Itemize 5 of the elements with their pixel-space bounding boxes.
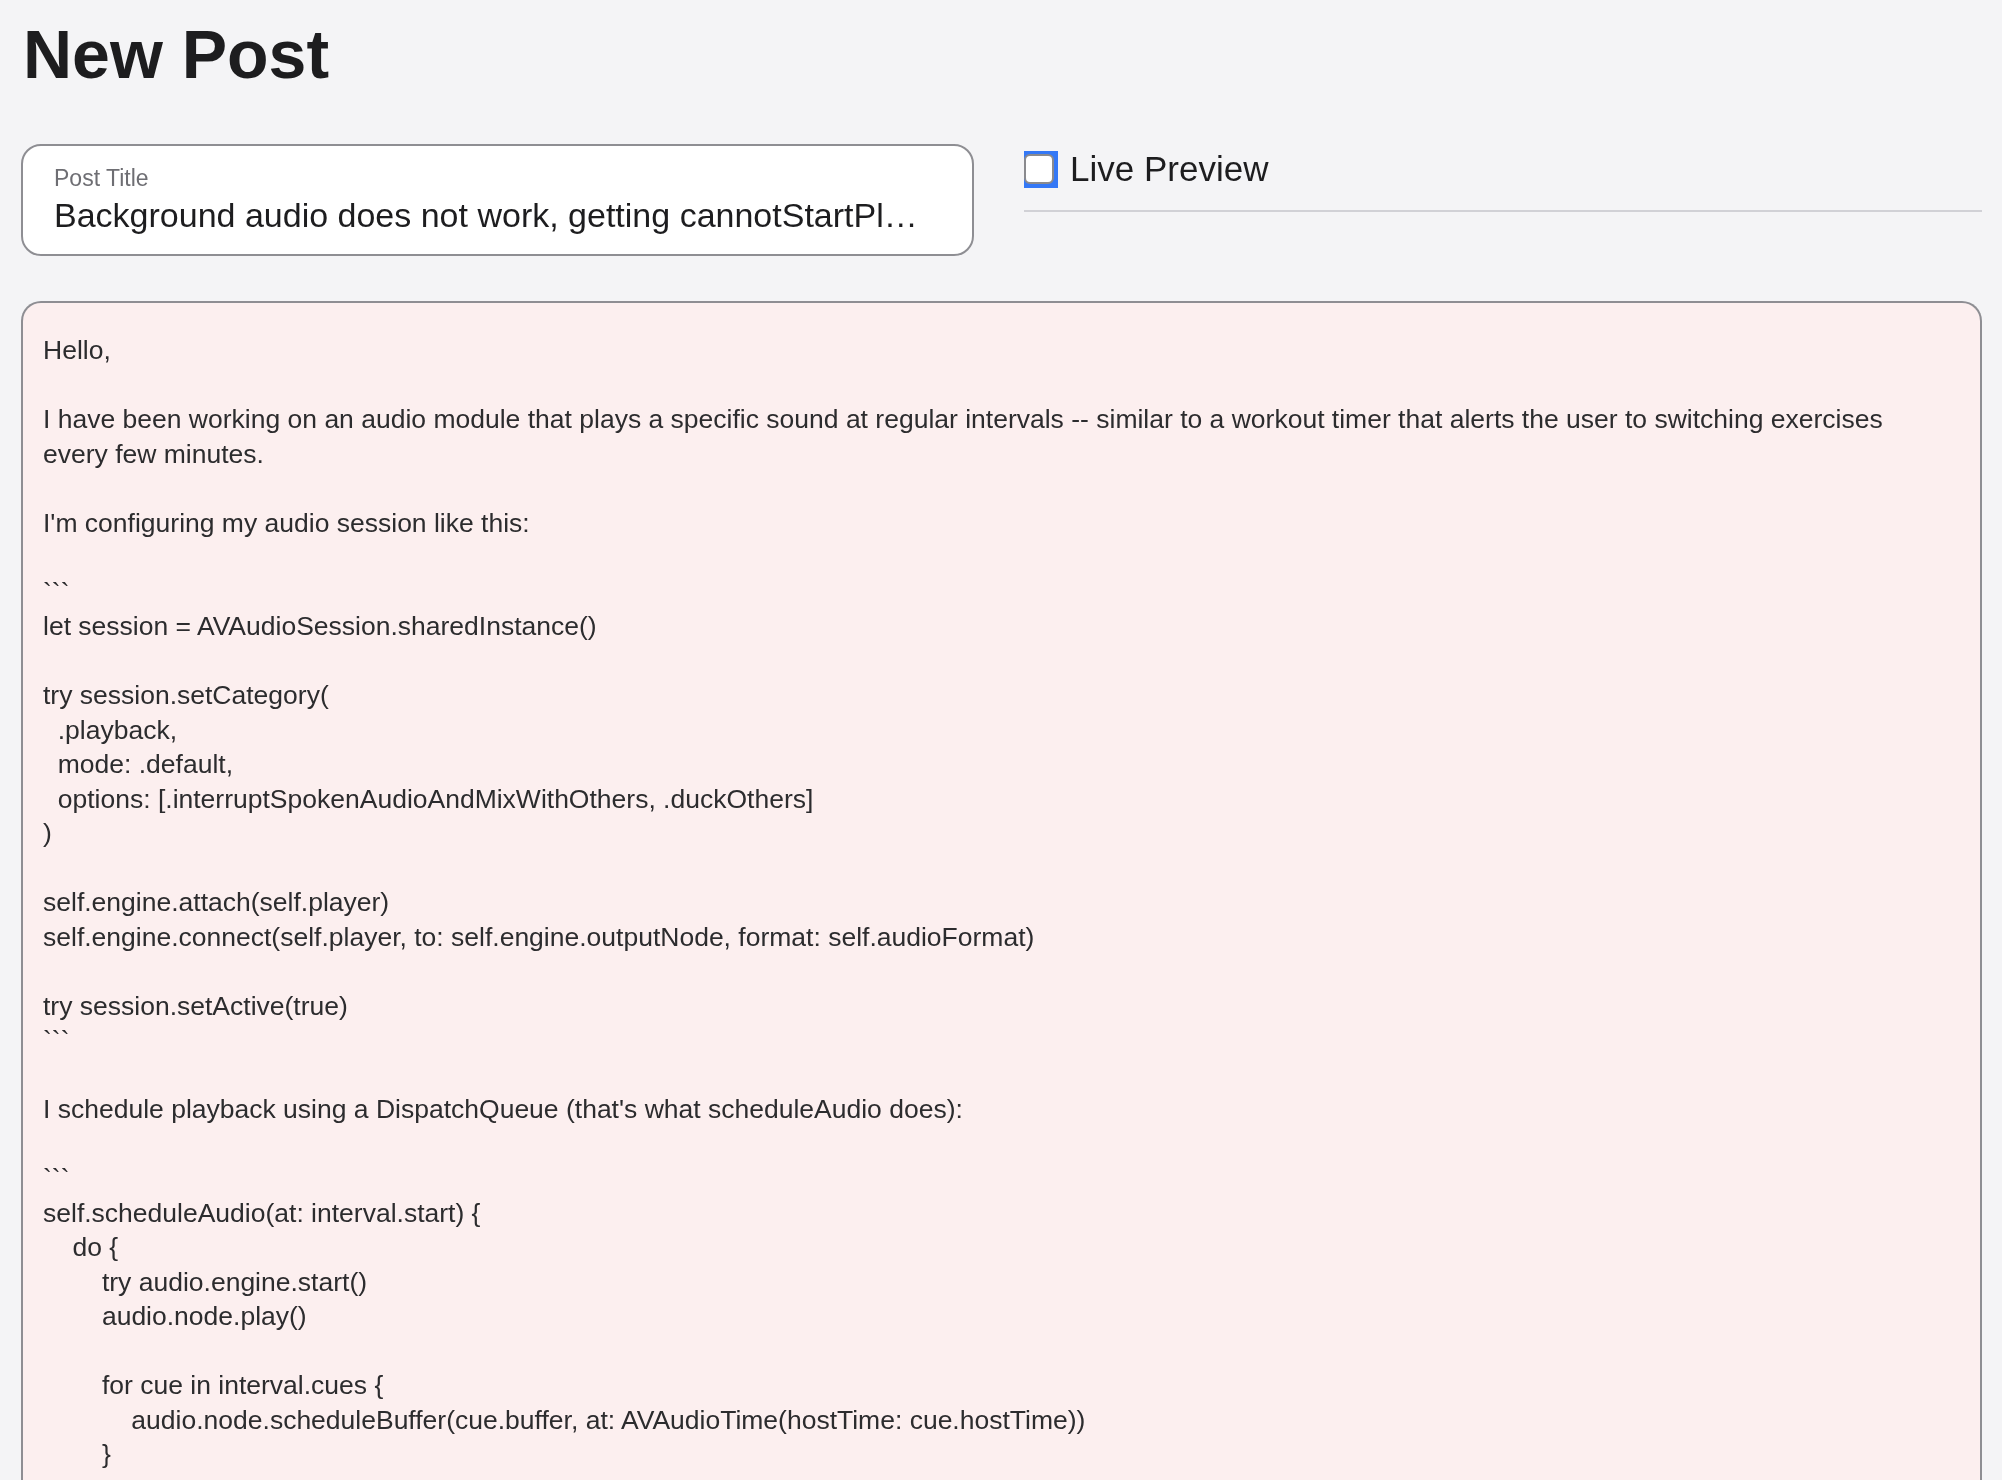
page-title: New Post — [23, 15, 331, 94]
post-body-field[interactable]: Hello, I have been working on an audio module that plays a specific sound at regular intervals -- similar to a workout timer that alerts the user to switching exercises every few minutes. I'm configuring my audio session like this: ``` let session = AVAudioSession.sharedInstance() try session.setCategory( .playback, mode: .default, options: [.interruptSpokenAudioAndMixWithOthers, .duckOthers] ) self.engine.attach(self.player) self.engine.connect(self.player, to: self.engine.outputNode, format: self.audioFormat) try session.setActive(true) ``` I schedule playback using a DispatchQueue (that's what scheduleAudio does): ``` self.scheduleAudio(at: interval.start) { do { try audio.engine.start() audio.node.play() for cue in interval.cues { audio.node.scheduleBuffer(cue.buffer, at: AVAudioTime(hostTime: cue.hostTime)) } — [21, 301, 1982, 1480]
live-preview-label[interactable]: Live Preview — [1070, 144, 1269, 194]
live-preview-checkbox[interactable] — [1024, 153, 1054, 184]
post-title-field[interactable]: Post Title Background audio does not work, getting cannotStartPl… — [21, 144, 974, 256]
